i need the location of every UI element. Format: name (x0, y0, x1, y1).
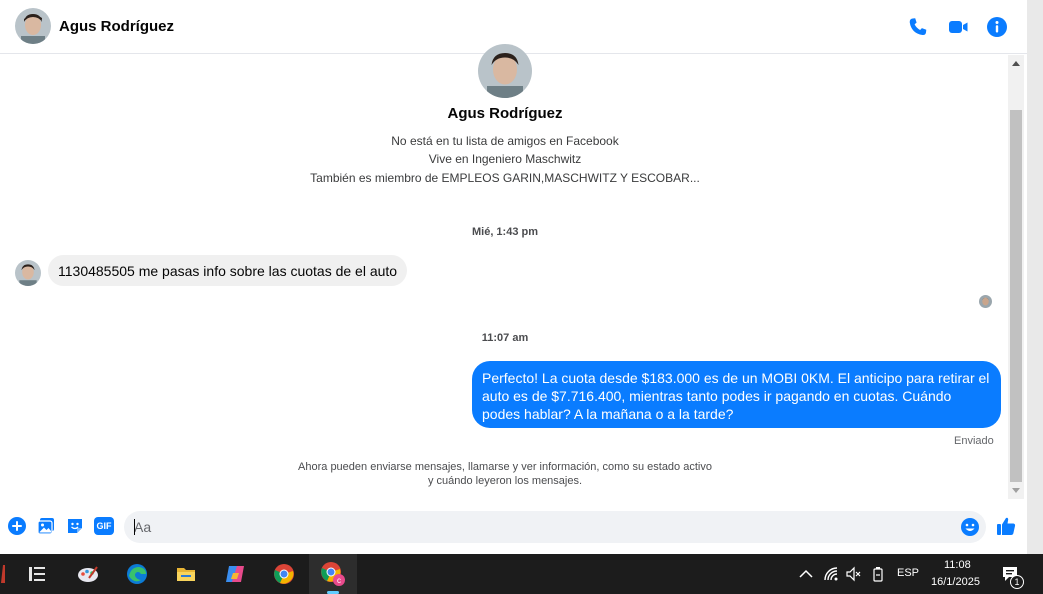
svg-text:c: c (337, 576, 341, 585)
profile-info-location: Vive en Ingeniero Maschwitz (428, 152, 582, 166)
chrome-icon[interactable] (264, 554, 304, 594)
scroll-thumb[interactable] (1010, 110, 1022, 482)
conversation-scrollbar[interactable] (1008, 55, 1024, 499)
battery-plugged-icon[interactable] (870, 566, 886, 582)
video-camera-icon[interactable] (946, 15, 970, 39)
scroll-up-arrow-icon[interactable] (1012, 61, 1020, 66)
contact-avatar[interactable] (15, 8, 51, 44)
profile-info-friends: No está en tu lista de amigos en Faceboo… (391, 134, 619, 148)
paint-app-icon[interactable] (68, 554, 108, 594)
sticker-icon[interactable] (65, 516, 85, 536)
volume-muted-icon[interactable] (845, 566, 861, 582)
file-explorer-icon[interactable] (166, 554, 206, 594)
info-icon[interactable] (985, 15, 1009, 39)
image-icon[interactable] (36, 516, 56, 536)
scroll-down-arrow-icon[interactable] (1012, 488, 1020, 493)
copilot-icon[interactable] (215, 554, 255, 594)
notification-count-badge: 1 (1010, 575, 1024, 589)
privacy-notice-line-1: Ahora pueden enviarse mensajes, llamarse… (298, 461, 712, 473)
gif-icon[interactable]: GIF (94, 517, 114, 535)
message-timestamp: 11:07 am (481, 332, 529, 344)
profile-info-groups: También es miembro de EMPLEOS GARIN,MASC… (310, 171, 700, 185)
profile-avatar[interactable] (478, 44, 532, 98)
clock-date[interactable]: 16/1/2025 (931, 576, 980, 588)
text-caret (134, 519, 135, 535)
emoji-icon[interactable] (960, 517, 980, 537)
seen-receipt-avatar (979, 295, 992, 308)
start-button-partial[interactable] (0, 554, 14, 594)
edge-browser-icon[interactable] (117, 554, 157, 594)
plus-icon[interactable] (7, 516, 27, 536)
profile-name[interactable]: Agus Rodríguez (0, 105, 1010, 122)
wifi-icon[interactable] (823, 566, 839, 582)
message-status: Enviado (954, 435, 994, 447)
incoming-message-bubble[interactable]: 1130485505 me pasas info sobre las cuota… (48, 255, 408, 286)
phone-icon[interactable] (906, 15, 930, 39)
task-view-icon[interactable] (17, 554, 57, 594)
message-timestamp: Mié, 1:43 pm (471, 226, 539, 238)
like-icon[interactable] (995, 515, 1017, 537)
keyboard-language[interactable]: ESP (897, 567, 919, 579)
message-input[interactable] (134, 511, 954, 543)
chrome-profile-icon[interactable]: c (309, 554, 357, 594)
message-input-box[interactable] (124, 511, 986, 543)
privacy-notice-line-2: y cuándo leyeron los mensajes. (427, 475, 583, 487)
outgoing-message-bubble[interactable]: Perfecto! La cuota desde $183.000 es de … (472, 361, 1001, 428)
clock-time[interactable]: 11:08 (944, 559, 971, 571)
sender-avatar[interactable] (15, 260, 41, 286)
chevron-up-icon[interactable] (798, 566, 814, 582)
window-edge (1027, 0, 1043, 554)
contact-name[interactable]: Agus Rodríguez (59, 18, 174, 35)
